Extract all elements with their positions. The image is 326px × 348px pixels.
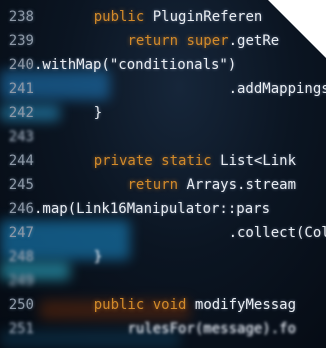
code-keyword: super (186, 33, 229, 49)
line-number: 246 (8, 201, 34, 217)
code-line: 242 } (0, 101, 326, 125)
line-number: 242 (8, 105, 34, 121)
code-text: public PluginReferen (60, 5, 263, 29)
code-screen-photo: 238 public PluginReferen 239 return super… (0, 0, 326, 348)
code-line: 239 return super.getRe (0, 29, 326, 53)
line-number: 239 (8, 33, 34, 49)
code-lines: 238 public PluginReferen 239 return super… (0, 5, 326, 341)
code-text: } (60, 245, 102, 269)
code-keyword: return (127, 177, 187, 193)
code-text: .addMappings (60, 77, 326, 101)
code-line: 248 } (0, 245, 326, 269)
code-text: .withMap("conditionals") (34, 53, 236, 77)
code-keyword: static (161, 153, 221, 169)
stage: 238 public PluginReferen 239 return super… (0, 0, 326, 348)
code-text: return Arrays.stream (60, 173, 296, 197)
code-line: 241 .addMappings (0, 77, 326, 101)
code-line: 247 .collect(Col (0, 221, 326, 245)
code-token: .collect(Col (228, 225, 326, 241)
code-token: .getRe (228, 33, 280, 49)
code-text: return super.getRe (60, 29, 279, 53)
code-text: } (60, 101, 102, 125)
code-keyword: return (127, 33, 187, 49)
code-token: PluginReferen (152, 9, 263, 25)
line-number: 241 (8, 81, 34, 97)
code-token: .map(Link16Manipulator::pars (34, 201, 271, 217)
code-token: List<Link (220, 153, 297, 169)
code-line: 249 (0, 269, 326, 293)
code-token: rulesFor(message).fo (127, 321, 297, 337)
code-line: 238 public PluginReferen (0, 5, 326, 29)
line-number: 251 (8, 321, 34, 337)
code-text: public void modifyMessag (60, 293, 296, 317)
code-line: 243 (0, 125, 326, 149)
code-text: private static List<Link (60, 149, 296, 173)
code-text: .map(Link16Manipulator::pars (34, 197, 270, 221)
line-number: 250 (8, 297, 34, 313)
line-number: 243 (8, 129, 34, 145)
code-keyword: void (152, 297, 195, 313)
line-number: 238 (8, 9, 34, 25)
code-token: } (93, 249, 103, 265)
line-number: 248 (8, 249, 34, 265)
code-line: 245 return Arrays.stream (0, 173, 326, 197)
code-token: Arrays.stream (186, 177, 297, 193)
line-number: 249 (8, 273, 34, 289)
code-line: 250 public void modifyMessag (0, 293, 326, 317)
code-line: 244 private static List<Link (0, 149, 326, 173)
code-token: .withMap("conditionals") (34, 57, 237, 73)
code-token: .addMappings (228, 81, 326, 97)
code-keyword: public (93, 297, 153, 313)
line-number: 244 (8, 153, 34, 169)
code-keyword: public (93, 9, 153, 25)
code-keyword: private (93, 153, 162, 169)
code-line: 246 .map(Link16Manipulator::pars (0, 197, 326, 221)
line-number: 245 (8, 177, 34, 193)
code-text: .collect(Col (60, 221, 326, 245)
code-line: 251 rulesFor(message).fo (0, 317, 326, 341)
line-number: 247 (8, 225, 34, 241)
line-number: 240 (8, 57, 34, 73)
code-token: } (93, 105, 103, 121)
code-text: rulesFor(message).fo (60, 317, 296, 341)
code-token: modifyMessag (194, 297, 297, 313)
code-line: 240 .withMap("conditionals") (0, 53, 326, 77)
